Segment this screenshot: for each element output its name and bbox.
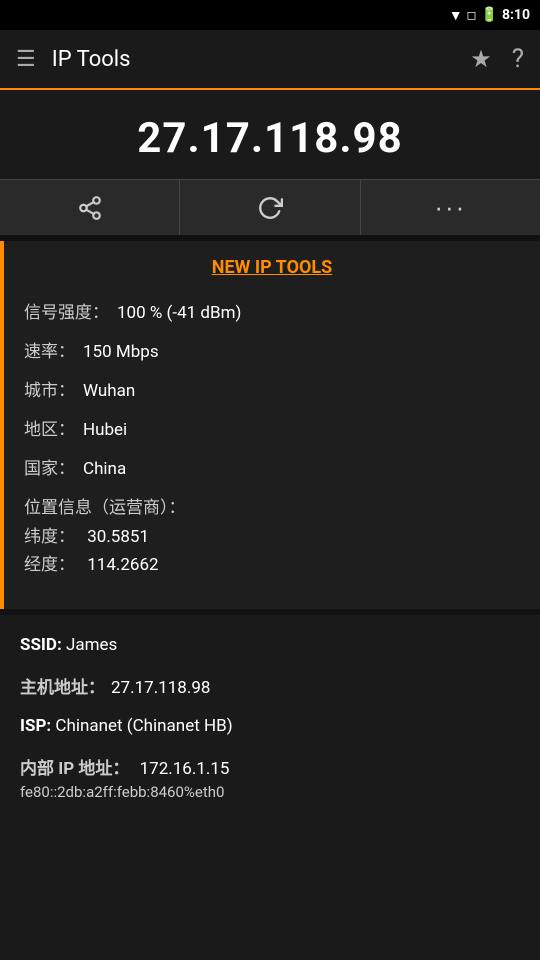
status-bar: ▼ ◻ 🔋 8:10 <box>0 0 540 30</box>
ssid-value: James <box>66 635 117 655</box>
ssid-label: SSID: <box>20 635 62 655</box>
hamburger-icon[interactable]: ☰ <box>16 47 36 72</box>
lat-value: 30.5851 <box>87 527 149 547</box>
help-icon[interactable]: ? <box>512 44 524 74</box>
host-value: 27.17.118.98 <box>111 678 210 698</box>
internal-ip-value: 172.16.1.15 <box>140 759 230 779</box>
ip-display: 27.17.118.98 <box>0 90 540 179</box>
country-value: China <box>83 459 126 479</box>
ssid-row: SSID: James <box>20 635 520 655</box>
status-time: 8:10 <box>502 7 530 23</box>
refresh-button[interactable] <box>180 180 360 235</box>
region-label: 地区： <box>24 415 75 440</box>
speed-row: 速率： 150 Mbps <box>24 337 520 362</box>
region-value: Hubei <box>83 420 127 440</box>
battery-icon: 🔋 <box>481 7 498 23</box>
host-label: 主机地址： <box>20 673 105 698</box>
speed-label: 速率： <box>24 337 75 362</box>
location-block: 位置信息（运营商）： 纬度： 30.5851 经度： 114.2662 <box>24 493 520 575</box>
lon-value: 114.2662 <box>87 555 158 575</box>
internal-ip-label: 内部 IP 地址： <box>20 759 129 779</box>
country-label: 国家： <box>24 454 75 479</box>
city-label: 城市： <box>24 376 75 401</box>
location-label: 位置信息（运营商）： <box>24 493 512 518</box>
more-button[interactable]: ··· <box>361 180 540 235</box>
isp-row: ISP: Chinanet (Chinanet HB) <box>20 716 520 736</box>
ip-address: 27.17.118.98 <box>137 114 402 163</box>
speed-value: 150 Mbps <box>83 342 159 362</box>
action-buttons: ··· <box>0 179 540 235</box>
nav-left: ☰ IP Tools <box>16 47 131 72</box>
signal-row: 信号强度： 100 % (-41 dBm) <box>24 298 520 323</box>
lon-row: 经度： 114.2662 <box>24 550 520 575</box>
lon-label: 经度： <box>24 555 75 575</box>
host-row: 主机地址： 27.17.118.98 <box>20 673 520 698</box>
app-title: IP Tools <box>52 47 131 72</box>
signal-label: 信号强度： <box>24 298 109 323</box>
isp-label: ISP: <box>20 716 51 736</box>
nav-right: ★ ? <box>470 44 524 74</box>
internal-ip-row: 内部 IP 地址： 172.16.1.15 fe80::2db:a2ff:feb… <box>20 754 520 801</box>
status-icons: ▼ ◻ 🔋 8:10 <box>449 7 530 24</box>
share-button[interactable] <box>0 180 180 235</box>
new-ip-tools-link[interactable]: NEW IP TOOLS <box>24 257 520 278</box>
signal-value: 100 % (-41 dBm) <box>117 303 241 323</box>
city-row: 城市： Wuhan <box>24 376 520 401</box>
lat-label: 纬度： <box>24 527 75 547</box>
lat-row: 纬度： 30.5851 <box>24 522 520 547</box>
star-icon[interactable]: ★ <box>470 45 492 73</box>
signal-icon: ◻ <box>467 8 477 22</box>
wifi-icon: ▼ <box>449 7 463 24</box>
country-row: 国家： China <box>24 454 520 479</box>
isp-value: Chinanet (Chinanet HB) <box>55 716 232 736</box>
info-panel: NEW IP TOOLS 信号强度： 100 % (-41 dBm) 速率： 1… <box>0 241 540 609</box>
region-row: 地区： Hubei <box>24 415 520 440</box>
bottom-section: SSID: James 主机地址： 27.17.118.98 ISP: Chin… <box>0 615 540 839</box>
internal-ip-header: 内部 IP 地址： 172.16.1.15 <box>20 754 230 779</box>
city-value: Wuhan <box>83 381 135 401</box>
ipv6-value: fe80::2db:a2ff:febb:8460%eth0 <box>20 783 224 801</box>
top-nav: ☰ IP Tools ★ ? <box>0 30 540 90</box>
